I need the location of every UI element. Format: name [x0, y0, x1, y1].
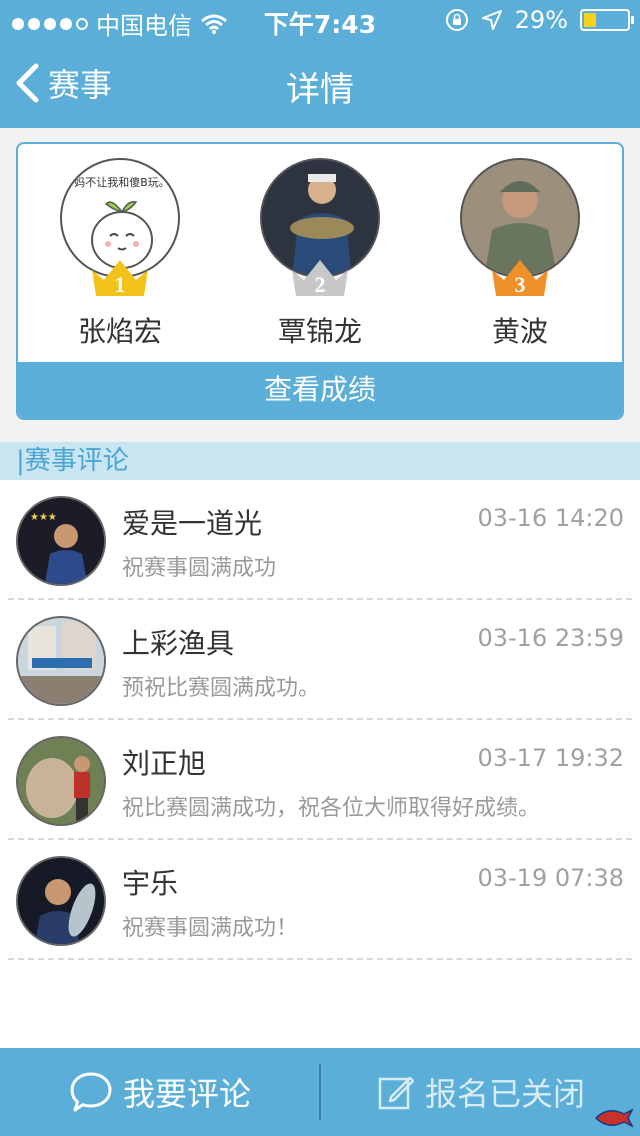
rank-name: 覃锦龙	[277, 315, 362, 348]
comment-item[interactable]: 刘正旭 03-17 19:32 祝比赛圆满成功，祝各位大师取得好成绩。	[8, 720, 632, 840]
comments-section-title: |赛事评论	[0, 442, 640, 480]
chat-bubble-icon	[70, 1072, 112, 1112]
rank-number: 3	[515, 272, 526, 297]
comment-text: 祝赛事圆满成功	[122, 556, 277, 581]
comment-author: 上彩渔具	[122, 627, 235, 660]
ranking-card: 妈不让我和傻B玩。 1 张焰宏 2 覃锦龙 3 黄波 查看成绩	[16, 142, 624, 420]
battery-percent: 29%	[514, 6, 568, 34]
avatar	[16, 856, 106, 946]
svg-text:★★★: ★★★	[30, 512, 57, 523]
silver-crown-icon: 2	[292, 260, 348, 297]
podium-item-second[interactable]: 2 覃锦龙	[240, 158, 400, 350]
orientation-lock-icon	[445, 9, 468, 31]
comment-author: 爱是一道光	[122, 507, 263, 540]
comment-text: 祝赛事圆满成功！	[122, 916, 299, 941]
divider	[319, 1064, 321, 1120]
podium-item-third[interactable]: 3 黄波	[440, 158, 600, 350]
signup-closed-label: 报名已关闭	[424, 1075, 585, 1113]
comment-author: 宇乐	[122, 867, 179, 900]
comment-item[interactable]: 上彩渔具 03-16 23:59 预祝比赛圆满成功。	[8, 600, 632, 720]
signup-closed-button[interactable]: 报名已关闭	[322, 1048, 640, 1136]
rank-name: 黄波	[491, 315, 548, 348]
avatar: ★★★	[16, 496, 106, 586]
comment-time: 03-17 19:32	[477, 744, 624, 772]
gold-crown-icon: 1	[92, 260, 148, 297]
bottom-bar: 我要评论 报名已关闭	[0, 1048, 640, 1136]
comment-time: 03-19 07:38	[477, 864, 624, 892]
comment-author: 刘正旭	[122, 747, 207, 780]
podium: 妈不让我和傻B玩。 1 张焰宏 2 覃锦龙 3 黄波	[18, 144, 622, 364]
avatar	[16, 736, 106, 826]
status-bar: 中国电信 下午7:43 29%	[0, 0, 640, 40]
page-title: 详情	[286, 70, 354, 110]
avatar	[16, 616, 106, 706]
rank-number: 2	[315, 272, 326, 297]
battery-icon	[580, 9, 634, 31]
comment-time: 03-16 23:59	[477, 624, 624, 652]
comment-item[interactable]: ★★★ 爱是一道光 03-16 14:20 祝赛事圆满成功	[8, 480, 632, 600]
podium-item-first[interactable]: 妈不让我和傻B玩。 1 张焰宏	[40, 158, 200, 350]
bronze-crown-icon: 3	[492, 260, 548, 297]
write-comment-label: 我要评论	[122, 1075, 251, 1113]
rank-number: 1	[115, 272, 126, 297]
comment-text: 祝比赛圆满成功，祝各位大师取得好成绩。	[122, 796, 541, 821]
comment-item[interactable]: 宇乐 03-19 07:38 祝赛事圆满成功！	[8, 840, 632, 960]
status-right: 29%	[445, 6, 634, 34]
comment-time: 03-16 14:20	[477, 504, 624, 532]
top-bar: 中国电信 下午7:43 29% 赛事 详情	[0, 0, 640, 128]
watermark-logo-icon	[594, 1108, 634, 1128]
rank-name: 张焰宏	[77, 315, 162, 348]
avatar-image	[18, 738, 104, 824]
avatar-image: ★★★	[18, 498, 104, 584]
location-icon	[481, 10, 502, 30]
comment-list: ★★★ 爱是一道光 03-16 14:20 祝赛事圆满成功 上彩渔具 03-16…	[0, 480, 640, 1048]
view-scores-button[interactable]: 查看成绩	[18, 362, 622, 418]
nav-bar: 赛事 详情	[0, 40, 640, 128]
write-comment-button[interactable]: 我要评论	[0, 1048, 320, 1136]
page: 中国电信 下午7:43 29% 赛事 详情 妈不让我和傻B玩。 1 张焰宏 2 …	[0, 0, 640, 1136]
avatar-image	[18, 858, 104, 944]
edit-icon	[378, 1076, 415, 1110]
comment-text: 预祝比赛圆满成功。	[122, 676, 321, 701]
avatar-image	[18, 618, 104, 704]
